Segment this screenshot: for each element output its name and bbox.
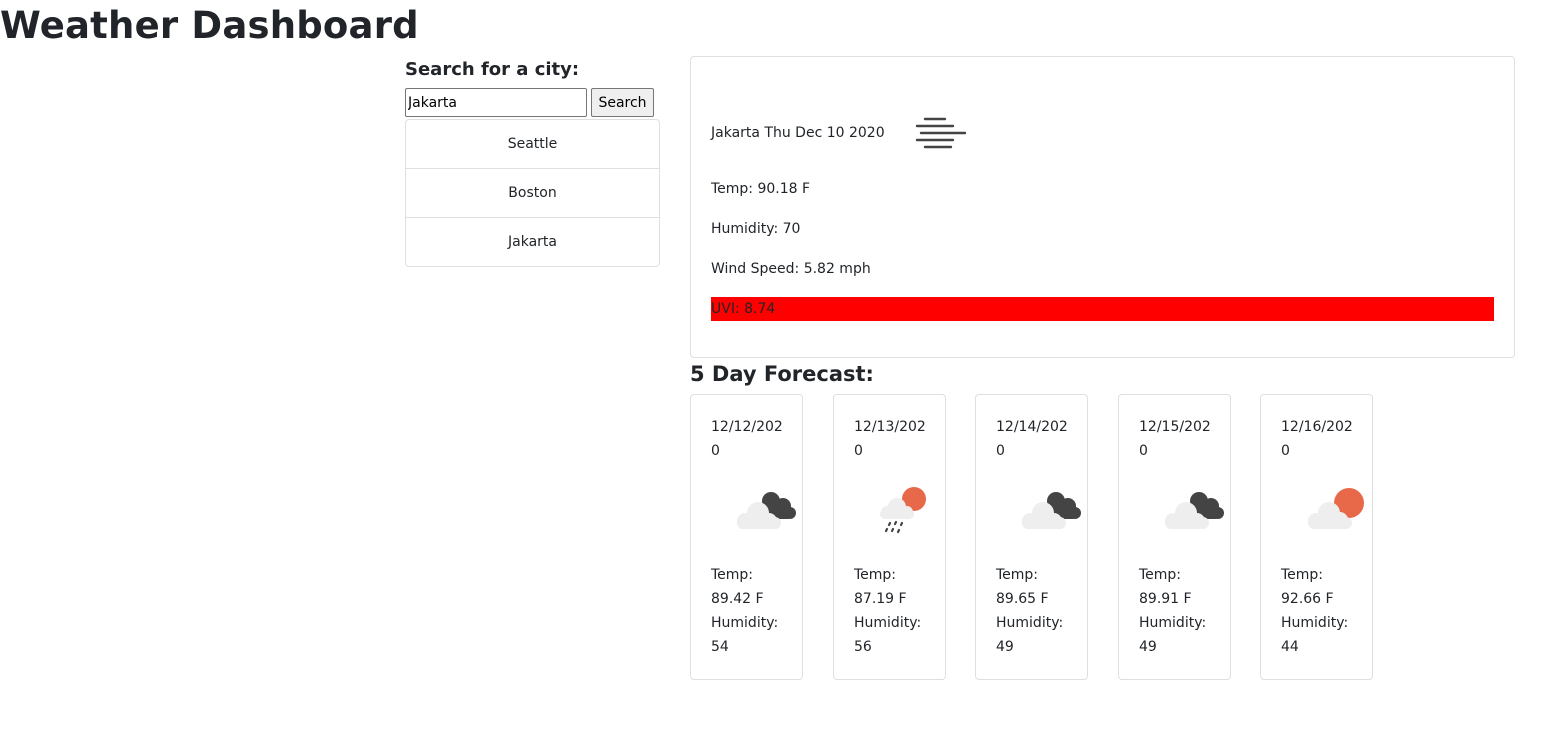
search-button[interactable]: Search — [591, 88, 654, 117]
forecast-temp: 89.91 F — [1139, 591, 1192, 607]
forecast-temp: 89.42 F — [711, 591, 764, 607]
forecast-humidity: 56 — [854, 639, 872, 655]
rain-icon — [880, 487, 926, 534]
forecast-temp: 87.19 F — [854, 591, 907, 607]
search-row: Search — [405, 88, 660, 117]
forecast-details: Temp: 87.19 F Humidity: 56 — [854, 563, 942, 659]
broken-clouds-icon — [1165, 492, 1224, 529]
forecast-humidity: 54 — [711, 639, 729, 655]
forecast-details: Temp: 92.66 F Humidity: 44 — [1281, 563, 1369, 659]
page-title: Weather Dashboard — [0, 4, 419, 47]
current-temp: Temp: 90.18 F — [711, 181, 811, 197]
mist-icon — [915, 117, 966, 149]
forecast-title: 5 Day Forecast: — [690, 362, 874, 386]
forecast-card: 12/14/2020 Temp: 89.65 F Humidity: 49 — [975, 394, 1088, 680]
history-item-boston[interactable]: Boston — [406, 169, 659, 218]
forecast-humidity-label: Humidity: — [711, 615, 779, 631]
forecast-humidity-label: Humidity: — [996, 615, 1064, 631]
forecast-humidity-label: Humidity: — [1281, 615, 1349, 631]
uvi-indicator: UVI: 8.74 — [711, 297, 1494, 321]
forecast-temp-label: Temp: — [1139, 567, 1182, 583]
forecast-humidity: 49 — [996, 639, 1014, 655]
forecast-card: 12/13/2020 Temp: 87.19 F Humidity: 56 — [833, 394, 946, 680]
search-history-list: Seattle Boston Jakarta — [405, 119, 660, 267]
few-clouds-icon — [1308, 488, 1364, 529]
forecast-card: 12/12/2020 Temp: 89.42 F Humidity: 54 — [690, 394, 803, 680]
forecast-card: 12/15/2020 Temp: 89.91 F Humidity: 49 — [1118, 394, 1231, 680]
forecast-details: Temp: 89.42 F Humidity: 54 — [711, 563, 799, 659]
forecast-temp: 89.65 F — [996, 591, 1049, 607]
forecast-humidity: 44 — [1281, 639, 1299, 655]
broken-clouds-icon — [1022, 492, 1081, 529]
forecast-date: 12/14/2020 — [996, 419, 1068, 459]
forecast-temp: 92.66 F — [1281, 591, 1334, 607]
forecast-date: 12/13/2020 — [854, 419, 926, 459]
search-panel: Search for a city: Search Seattle Boston… — [405, 56, 660, 267]
history-item-jakarta[interactable]: Jakarta — [406, 218, 659, 266]
current-weather-card: Jakarta Thu Dec 10 2020 Temp: 90.18 F Hu… — [690, 56, 1515, 358]
forecast-date: 12/15/2020 — [1139, 419, 1211, 459]
history-item-seattle[interactable]: Seattle — [406, 120, 659, 169]
forecast-date: 12/12/2020 — [711, 419, 783, 459]
broken-clouds-icon — [737, 492, 796, 529]
forecast-temp-label: Temp: — [996, 567, 1039, 583]
forecast-details: Temp: 89.65 F Humidity: 49 — [996, 563, 1084, 659]
current-wind-speed: Wind Speed: 5.82 mph — [711, 261, 871, 277]
search-label: Search for a city: — [405, 59, 580, 80]
current-humidity: Humidity: 70 — [711, 221, 801, 237]
current-heading: Jakarta Thu Dec 10 2020 — [711, 113, 967, 153]
forecast-humidity: 49 — [1139, 639, 1157, 655]
forecast-humidity-label: Humidity: — [854, 615, 922, 631]
forecast-details: Temp: 89.91 F Humidity: 49 — [1139, 563, 1227, 659]
forecast-humidity-label: Humidity: — [1139, 615, 1207, 631]
forecast-temp-label: Temp: — [854, 567, 897, 583]
forecast-card: 12/16/2020 Temp: 92.66 F Humidity: 44 — [1260, 394, 1373, 680]
forecast-date: 12/16/2020 — [1281, 419, 1353, 459]
current-city-date: Jakarta Thu Dec 10 2020 — [711, 125, 885, 141]
forecast-temp-label: Temp: — [711, 567, 754, 583]
forecast-temp-label: Temp: — [1281, 567, 1324, 583]
search-input[interactable] — [405, 88, 587, 117]
